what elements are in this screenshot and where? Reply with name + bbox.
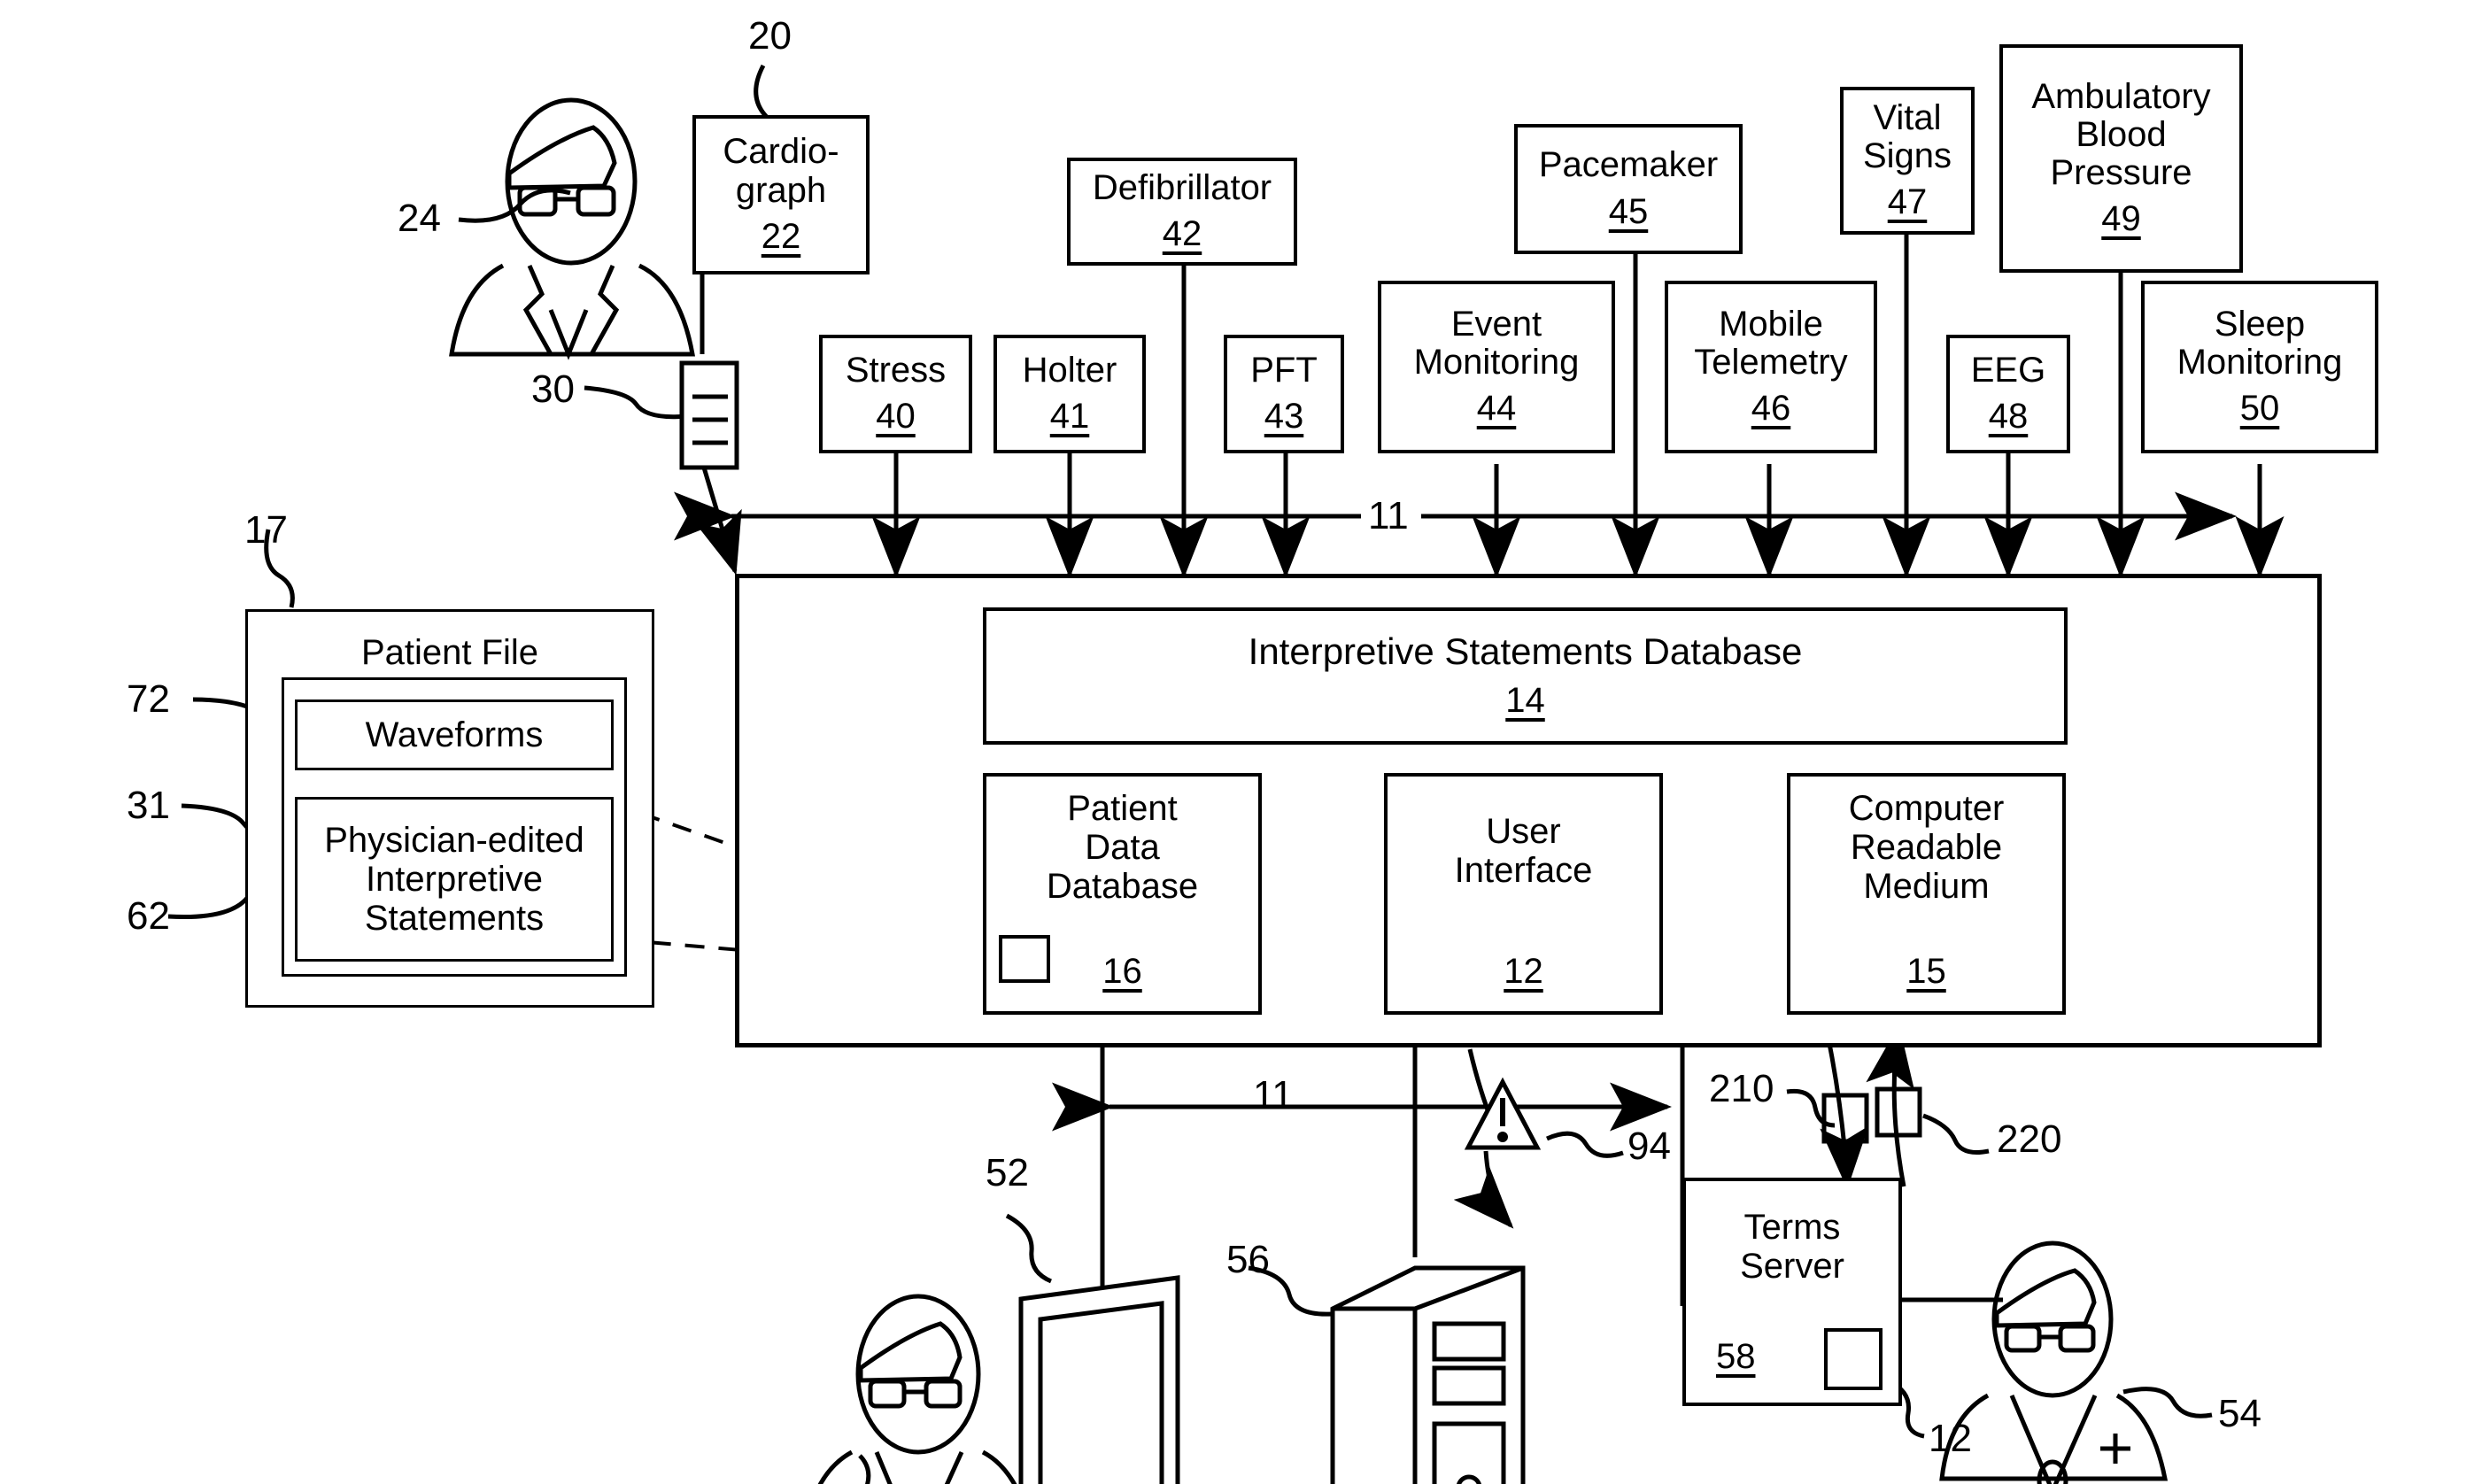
device-label: Vital Signs [1862, 97, 1952, 175]
device-box-eeg[interactable]: EEG 48 [1946, 335, 2070, 453]
patient-file-instance-marker [999, 935, 1050, 983]
device-label: Event Monitoring [1413, 304, 1580, 382]
alert-triangle-icon [1453, 1048, 1542, 1229]
device-label: Mobile Telemetry [1694, 304, 1848, 382]
ref-52: 52 [986, 1151, 1029, 1194]
device-label: Pacemaker [1538, 145, 1719, 185]
interpretive-statements-database[interactable]: Interpretive Statements Database 14 [983, 607, 2068, 745]
device-ref-number: 43 [1264, 397, 1304, 437]
ref-24: 24 [398, 197, 441, 240]
device-label: PFT [1250, 350, 1318, 390]
module-user-interface[interactable]: User Interface 12 [1384, 773, 1663, 1015]
ref-62: 62 [127, 894, 170, 938]
module-computer-readable-medium[interactable]: Computer Readable Medium 15 [1787, 773, 2066, 1015]
clinician-avatar-icon-right [1939, 1241, 2169, 1484]
device-ref-number: 48 [1988, 397, 2029, 437]
terms-server-ui-module[interactable] [1824, 1328, 1883, 1390]
interpretive-db-ref: 14 [1505, 681, 1545, 721]
physician-edited-statements-box[interactable]: Physician-edited Interpretive Statements [295, 797, 614, 962]
device-label: Cardio- graph [723, 132, 839, 210]
ref-30: 30 [531, 367, 575, 411]
device-label: Sleep Monitoring [2176, 304, 2343, 382]
ref-94: 94 [1627, 1125, 1671, 1168]
bus-label-top: 11 [1368, 494, 1409, 537]
device-ref-number: 41 [1049, 397, 1090, 437]
computer-tower-icon [1330, 1265, 1526, 1484]
module-ref: 15 [1906, 952, 1946, 991]
device-ref-number: 45 [1608, 191, 1649, 231]
device-box-event-monitoring[interactable]: Event Monitoring 44 [1378, 281, 1615, 453]
device-ref-number: 40 [876, 397, 916, 437]
ref-54-right: 54 [2218, 1392, 2261, 1435]
device-label: EEG [1970, 350, 2046, 390]
acquisition-module-icon [679, 360, 739, 470]
device-label: Holter [1022, 350, 1117, 390]
device-box-defibrillator[interactable]: Defibrillator 42 [1067, 158, 1297, 266]
device-box-cardiograph[interactable]: Cardio- graph 22 [692, 115, 870, 274]
device-box-pacemaker[interactable]: Pacemaker 45 [1514, 124, 1743, 254]
monitor-icon [1018, 1275, 1180, 1484]
device-label: Ambulatory Blood Pressure [2031, 76, 2211, 193]
waveforms-box[interactable]: Waveforms [295, 699, 614, 770]
module-label: Computer Readable Medium [1848, 789, 2005, 906]
module-label: Patient Data Database [1046, 789, 1199, 906]
terms-server-ref: 58 [1716, 1337, 1756, 1376]
ref-20: 20 [748, 14, 792, 58]
device-ref-number: 42 [1162, 214, 1202, 254]
device-box-holter[interactable]: Holter 41 [993, 335, 1146, 453]
device-ref-number: 50 [2239, 389, 2280, 429]
interpretive-db-label: Interpretive Statements Database [1248, 630, 1803, 672]
module-ref: 12 [1504, 952, 1543, 991]
patient-file-title: Patient File [360, 633, 539, 672]
device-ref-number: 47 [1887, 182, 1928, 222]
device-label: Stress [845, 350, 947, 390]
device-ref-number: 49 [2101, 199, 2141, 239]
ref-17-patient-file: 17 [244, 508, 288, 552]
device-box-mobile-telemetry[interactable]: Mobile Telemetry 46 [1665, 281, 1877, 453]
device-box-vital-signs[interactable]: Vital Signs 47 [1840, 87, 1975, 235]
ref-31: 31 [127, 784, 170, 827]
terms-server-label: Terms Server [1740, 1208, 1844, 1286]
ref-56: 56 [1226, 1238, 1270, 1281]
device-ref-number: 44 [1476, 389, 1517, 429]
ref-12-terms-ui: 12 [1929, 1417, 1972, 1460]
patent-figure: Cardio- graph 22 Defibrillator 42 Pacema… [0, 0, 2474, 1484]
device-ref-number: 46 [1751, 389, 1791, 429]
waveforms-label: Waveforms [365, 715, 544, 754]
ref-210: 210 [1709, 1067, 1774, 1110]
link-marker-220 [1875, 1086, 1922, 1138]
module-label: User Interface [1454, 812, 1593, 890]
ref-72: 72 [127, 677, 170, 721]
physician-edited-statements-label: Physician-edited Interpretive Statements [324, 821, 584, 938]
device-box-pft[interactable]: PFT 43 [1224, 335, 1344, 453]
device-box-ambulatory-blood-pressure[interactable]: Ambulatory Blood Pressure 49 [1999, 44, 2243, 273]
device-ref-number: 22 [761, 216, 801, 256]
device-box-stress[interactable]: Stress 40 [819, 335, 972, 453]
clinician-avatar-icon [817, 1294, 1017, 1484]
ref-220: 220 [1997, 1117, 2062, 1161]
physician-avatar-icon [449, 97, 695, 360]
device-box-sleep-monitoring[interactable]: Sleep Monitoring 50 [2141, 281, 2378, 453]
module-ref: 16 [1102, 952, 1142, 991]
bus-label-bottom: 11 [1253, 1073, 1294, 1117]
device-label: Defibrillator [1092, 167, 1272, 207]
